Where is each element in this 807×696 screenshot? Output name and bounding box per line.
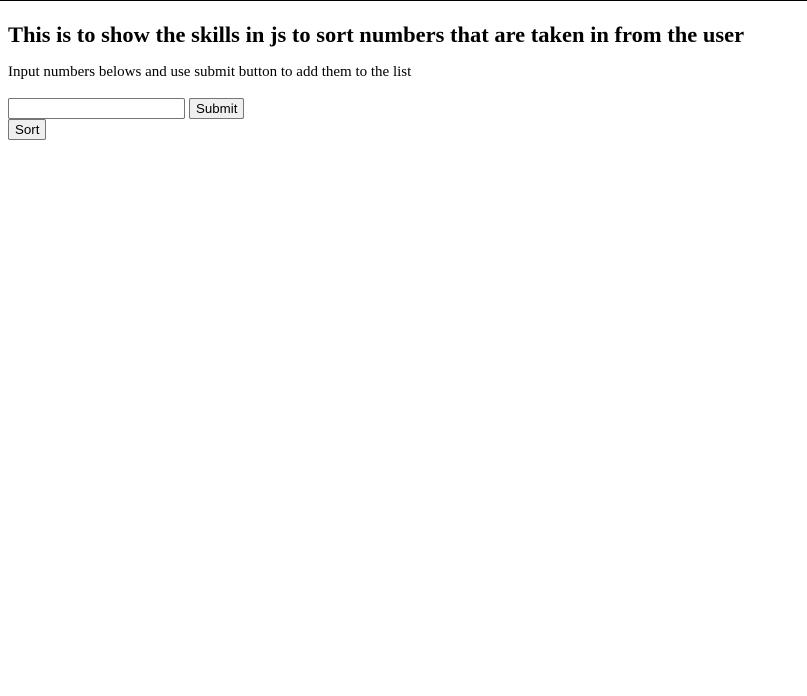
- sort-row: Sort: [8, 119, 799, 140]
- number-entry-row: Submit: [8, 98, 799, 119]
- instructions-text: Input numbers belows and use submit butt…: [8, 64, 412, 80]
- page-content: This is to show the skills in js to sort…: [0, 22, 807, 140]
- submit-button[interactable]: Submit: [189, 98, 245, 119]
- sort-button[interactable]: Sort: [8, 119, 47, 140]
- page-title: This is to show the skills in js to sort…: [8, 22, 745, 47]
- number-input[interactable]: [8, 98, 185, 119]
